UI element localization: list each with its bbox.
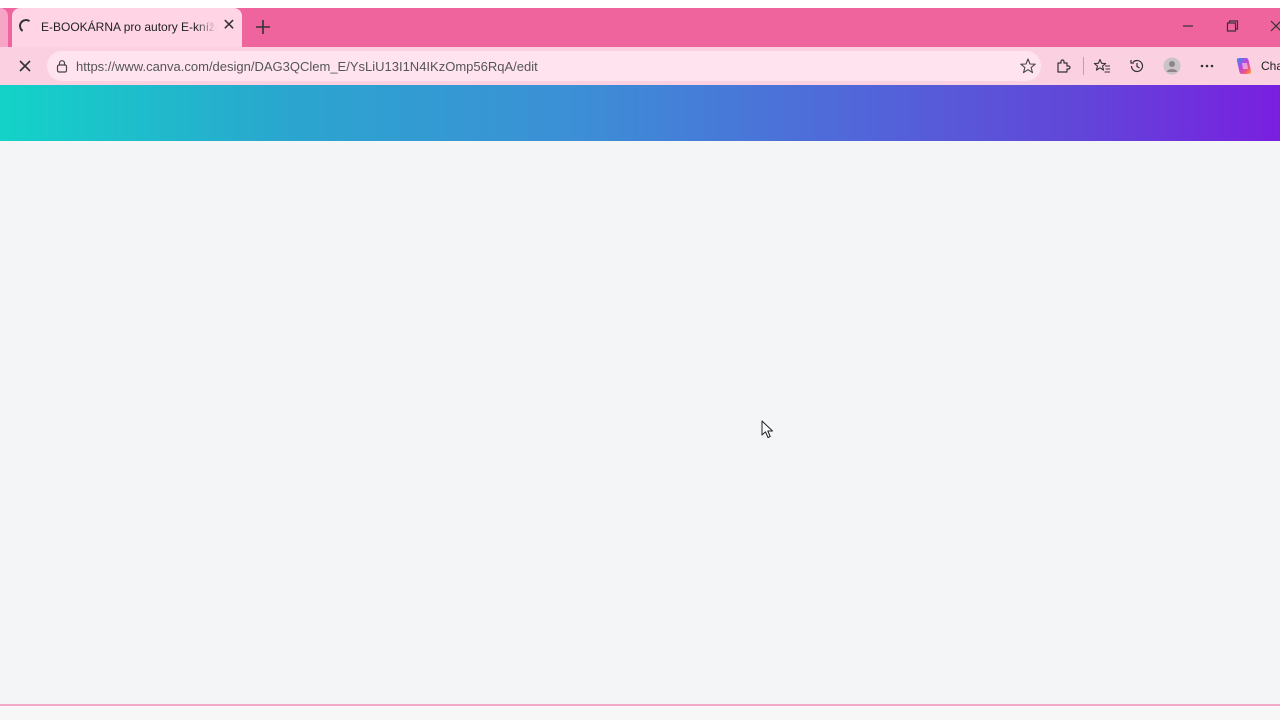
extensions-icon[interactable]	[1054, 57, 1072, 75]
url-text[interactable]: https://www.canva.com/design/DAG3QClem_E…	[76, 59, 538, 74]
canva-loading-banner	[0, 85, 1280, 141]
profile-icon[interactable]	[1163, 57, 1181, 75]
minimize-icon[interactable]	[1178, 16, 1198, 36]
favorites-icon[interactable]	[1093, 57, 1111, 75]
copilot-icon[interactable]	[1233, 55, 1255, 77]
tab-close-icon[interactable]: ✕	[221, 18, 237, 34]
star-icon[interactable]	[1019, 57, 1037, 75]
toolbar-separator	[1083, 57, 1084, 75]
mouse-cursor-icon	[761, 420, 773, 438]
navigation-bar: https://www.canva.com/design/DAG3QClem_E…	[0, 47, 1280, 85]
lock-icon[interactable]	[55, 59, 69, 73]
more-icon[interactable]	[1198, 57, 1216, 75]
browser-window: E-BOOKÁRNA pro autory E-knížek ✕ https:/…	[0, 0, 1280, 720]
copilot-label[interactable]: Cha	[1261, 59, 1280, 73]
editor-loading-area	[0, 141, 1280, 704]
loading-spinner-icon	[17, 17, 35, 35]
stop-loading-icon[interactable]	[16, 57, 34, 75]
active-tab[interactable]: E-BOOKÁRNA pro autory E-knížek ✕	[12, 8, 242, 47]
address-bar[interactable]: https://www.canva.com/design/DAG3QClem_E…	[47, 51, 1041, 81]
top-strip	[0, 0, 1280, 8]
restore-icon[interactable]	[1222, 16, 1242, 36]
history-icon[interactable]	[1128, 57, 1146, 75]
plus-icon[interactable]	[252, 16, 274, 38]
previous-tab-edge[interactable]	[0, 8, 8, 47]
close-icon[interactable]	[1266, 16, 1280, 36]
bottom-strip	[0, 706, 1280, 720]
tab-title: E-BOOKÁRNA pro autory E-knížek	[41, 20, 217, 34]
